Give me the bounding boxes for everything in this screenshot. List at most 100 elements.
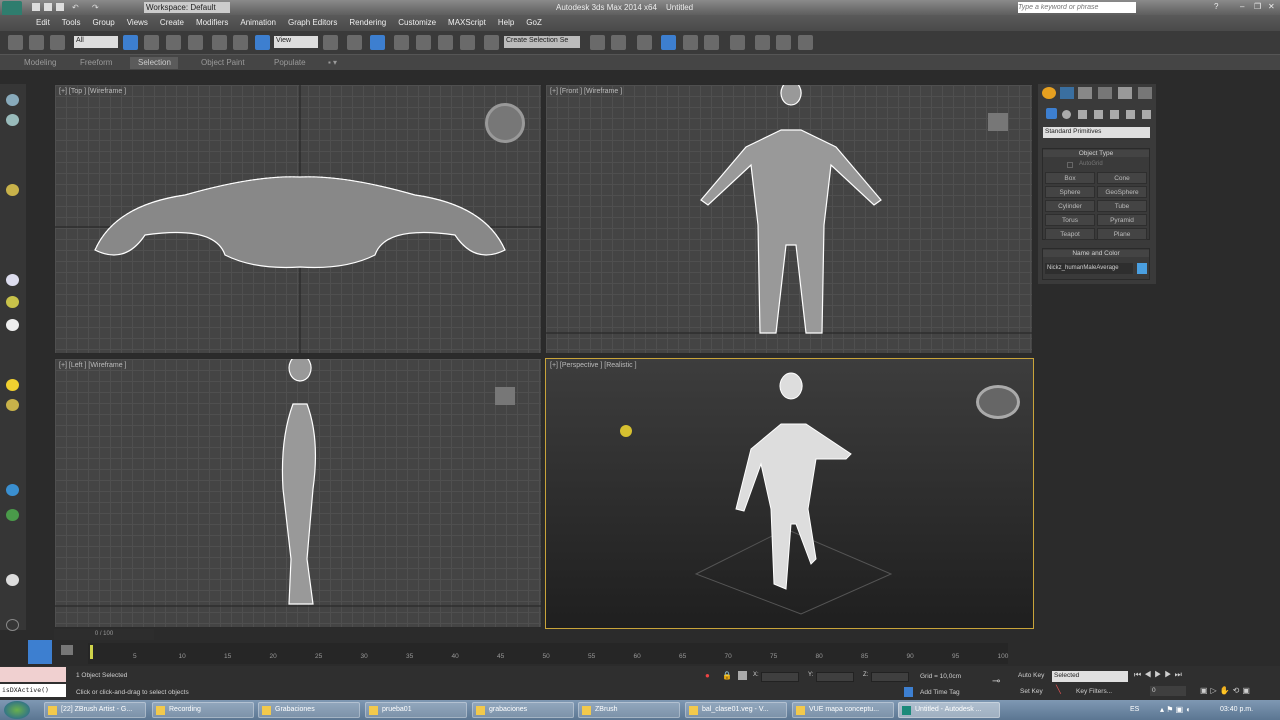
rectangular-selection-icon[interactable]	[166, 35, 181, 50]
tube-button[interactable]: Tube	[1097, 200, 1147, 212]
tab-selection[interactable]: Selection	[130, 57, 178, 69]
systems-icon[interactable]	[1142, 110, 1151, 119]
time-slider[interactable]: 0 / 100	[54, 629, 154, 640]
maxscript-input[interactable]: isDXActive()	[0, 684, 66, 697]
viewport-navigation-controls[interactable]: ▣▷✋⟲▣	[1200, 686, 1253, 695]
menu-edit[interactable]: Edit	[30, 15, 56, 30]
material-editor-icon[interactable]	[730, 35, 745, 50]
geosphere-button[interactable]: GeoSphere	[1097, 186, 1147, 198]
auto-key-button[interactable]: Auto Key	[1018, 672, 1044, 679]
tool-icon[interactable]	[6, 114, 19, 126]
restore-button[interactable]: ❐	[1254, 2, 1261, 11]
tool-icon[interactable]	[6, 296, 19, 308]
taskbar-item[interactable]: Recording	[152, 702, 254, 718]
box-button[interactable]: Box	[1045, 172, 1095, 184]
menu-customize[interactable]: Customize	[392, 15, 442, 30]
graphite-toolbar-icon[interactable]	[683, 35, 698, 50]
viewport-left[interactable]: [+] [Left ] [Wireframe ]	[54, 358, 542, 628]
lock-selection-icon[interactable]: 🔒	[722, 671, 732, 680]
align-icon[interactable]	[611, 35, 626, 50]
pyramid-button[interactable]: Pyramid	[1097, 214, 1147, 226]
object-name-input[interactable]: Nickz_humanMaleAverage	[1045, 263, 1133, 274]
viewport-perspective[interactable]: [+] [Perspective ] [Realistic ]	[545, 358, 1034, 629]
undo-icon[interactable]: ↶	[72, 3, 79, 12]
menu-group[interactable]: Group	[86, 15, 120, 30]
tool-icon[interactable]	[6, 184, 19, 196]
angle-snap-icon[interactable]	[416, 35, 431, 50]
taskbar-item[interactable]: VUE mapa conceptu...	[792, 702, 894, 718]
menu-create[interactable]: Create	[154, 15, 190, 30]
cone-button[interactable]: Cone	[1097, 172, 1147, 184]
pivot-center-icon[interactable]	[323, 35, 338, 50]
tool-icon[interactable]	[6, 94, 19, 106]
render-setup-icon[interactable]	[755, 35, 770, 50]
unlink-icon[interactable]	[29, 35, 44, 50]
spinner-snap-icon[interactable]	[460, 35, 475, 50]
menu-graph-editors[interactable]: Graph Editors	[282, 15, 343, 30]
taskbar-item-active[interactable]: Untitled - Autodesk ...	[898, 702, 1000, 718]
rendered-frame-icon[interactable]	[776, 35, 791, 50]
tool-icon[interactable]	[6, 319, 19, 331]
viewport-top[interactable]: [+] [Top ] [Wireframe ]	[54, 84, 542, 354]
geometry-icon[interactable]	[1046, 108, 1057, 119]
helpers-icon[interactable]	[1110, 110, 1119, 119]
render-production-icon[interactable]	[798, 35, 813, 50]
set-key-mode-icon[interactable]: ⊸	[992, 676, 1000, 687]
set-key-icon[interactable]: ╲	[1056, 685, 1061, 694]
key-filters-button[interactable]: Key Filters...	[1076, 688, 1112, 695]
link-icon[interactable]	[8, 35, 23, 50]
current-frame-field[interactable]: 0	[1150, 686, 1186, 696]
redo-icon[interactable]: ↷	[92, 3, 99, 12]
name-color-title[interactable]: Name and Color	[1043, 250, 1149, 257]
plane-button[interactable]: Plane	[1097, 228, 1147, 240]
help-circle-icon[interactable]	[6, 619, 19, 631]
rotate-icon[interactable]	[233, 35, 248, 50]
tool-icon[interactable]	[6, 399, 19, 411]
utilities-tab-icon[interactable]	[1138, 87, 1152, 99]
teapot-button[interactable]: Teapot	[1045, 228, 1095, 240]
close-button[interactable]: ✕	[1268, 2, 1275, 11]
object-color-swatch[interactable]	[1137, 263, 1147, 274]
window-crossing-icon[interactable]	[188, 35, 203, 50]
menu-maxscript[interactable]: MAXScript	[442, 15, 492, 30]
playback-controls[interactable]: ⏮◀▶▶⏭	[1134, 670, 1185, 680]
menu-modifiers[interactable]: Modifiers	[190, 15, 234, 30]
tab-object-paint[interactable]: Object Paint	[193, 57, 253, 69]
edit-named-selection-icon[interactable]	[484, 35, 499, 50]
object-type-title[interactable]: Object Type	[1043, 150, 1149, 157]
isolate-icon[interactable]: ●	[705, 671, 710, 680]
menu-goz[interactable]: GoZ	[520, 15, 548, 30]
track-bar[interactable]: 5 10 15 20 25 30 35 40 45 50 55 60 65 70 75 80 85 90 95 100	[88, 643, 1008, 664]
workspace-dropdown[interactable]: Workspace: Default	[144, 2, 230, 13]
new-icon[interactable]	[32, 3, 40, 11]
save-icon[interactable]	[56, 3, 64, 11]
space-warps-icon[interactable]	[1126, 110, 1135, 119]
hierarchy-tab-icon[interactable]	[1078, 87, 1092, 99]
add-time-tag[interactable]: Add Time Tag	[920, 689, 960, 696]
tab-freeform[interactable]: Freeform	[72, 57, 120, 69]
menu-views[interactable]: Views	[121, 15, 154, 30]
tab-populate[interactable]: Populate	[266, 57, 314, 69]
tool-icon[interactable]	[6, 484, 19, 496]
shapes-icon[interactable]	[1062, 110, 1071, 119]
start-button[interactable]	[4, 701, 30, 719]
tool-icon[interactable]	[6, 274, 19, 286]
motion-tab-icon[interactable]	[1098, 87, 1112, 99]
lights-icon[interactable]	[1078, 110, 1087, 119]
language-indicator[interactable]: ES	[1130, 706, 1139, 713]
maxscript-listener-mini[interactable]	[0, 667, 66, 682]
scene-explorer-icon[interactable]	[661, 35, 676, 50]
cylinder-button[interactable]: Cylinder	[1045, 200, 1095, 212]
sphere-button[interactable]: Sphere	[1045, 186, 1095, 198]
tool-icon[interactable]	[6, 509, 19, 521]
taskbar-item[interactable]: Grabaciones	[258, 702, 360, 718]
viewport-layout-button[interactable]	[28, 640, 52, 664]
tool-icon[interactable]	[6, 379, 19, 391]
torus-button[interactable]: Torus	[1045, 214, 1095, 226]
mini-curve-editor-icon[interactable]	[61, 645, 73, 655]
search-input[interactable]	[1018, 2, 1136, 13]
time-slider-marker[interactable]	[90, 645, 93, 659]
manipulate-icon[interactable]	[347, 35, 362, 50]
mirror-icon[interactable]	[590, 35, 605, 50]
keyboard-shortcut-override-icon[interactable]	[370, 35, 385, 50]
